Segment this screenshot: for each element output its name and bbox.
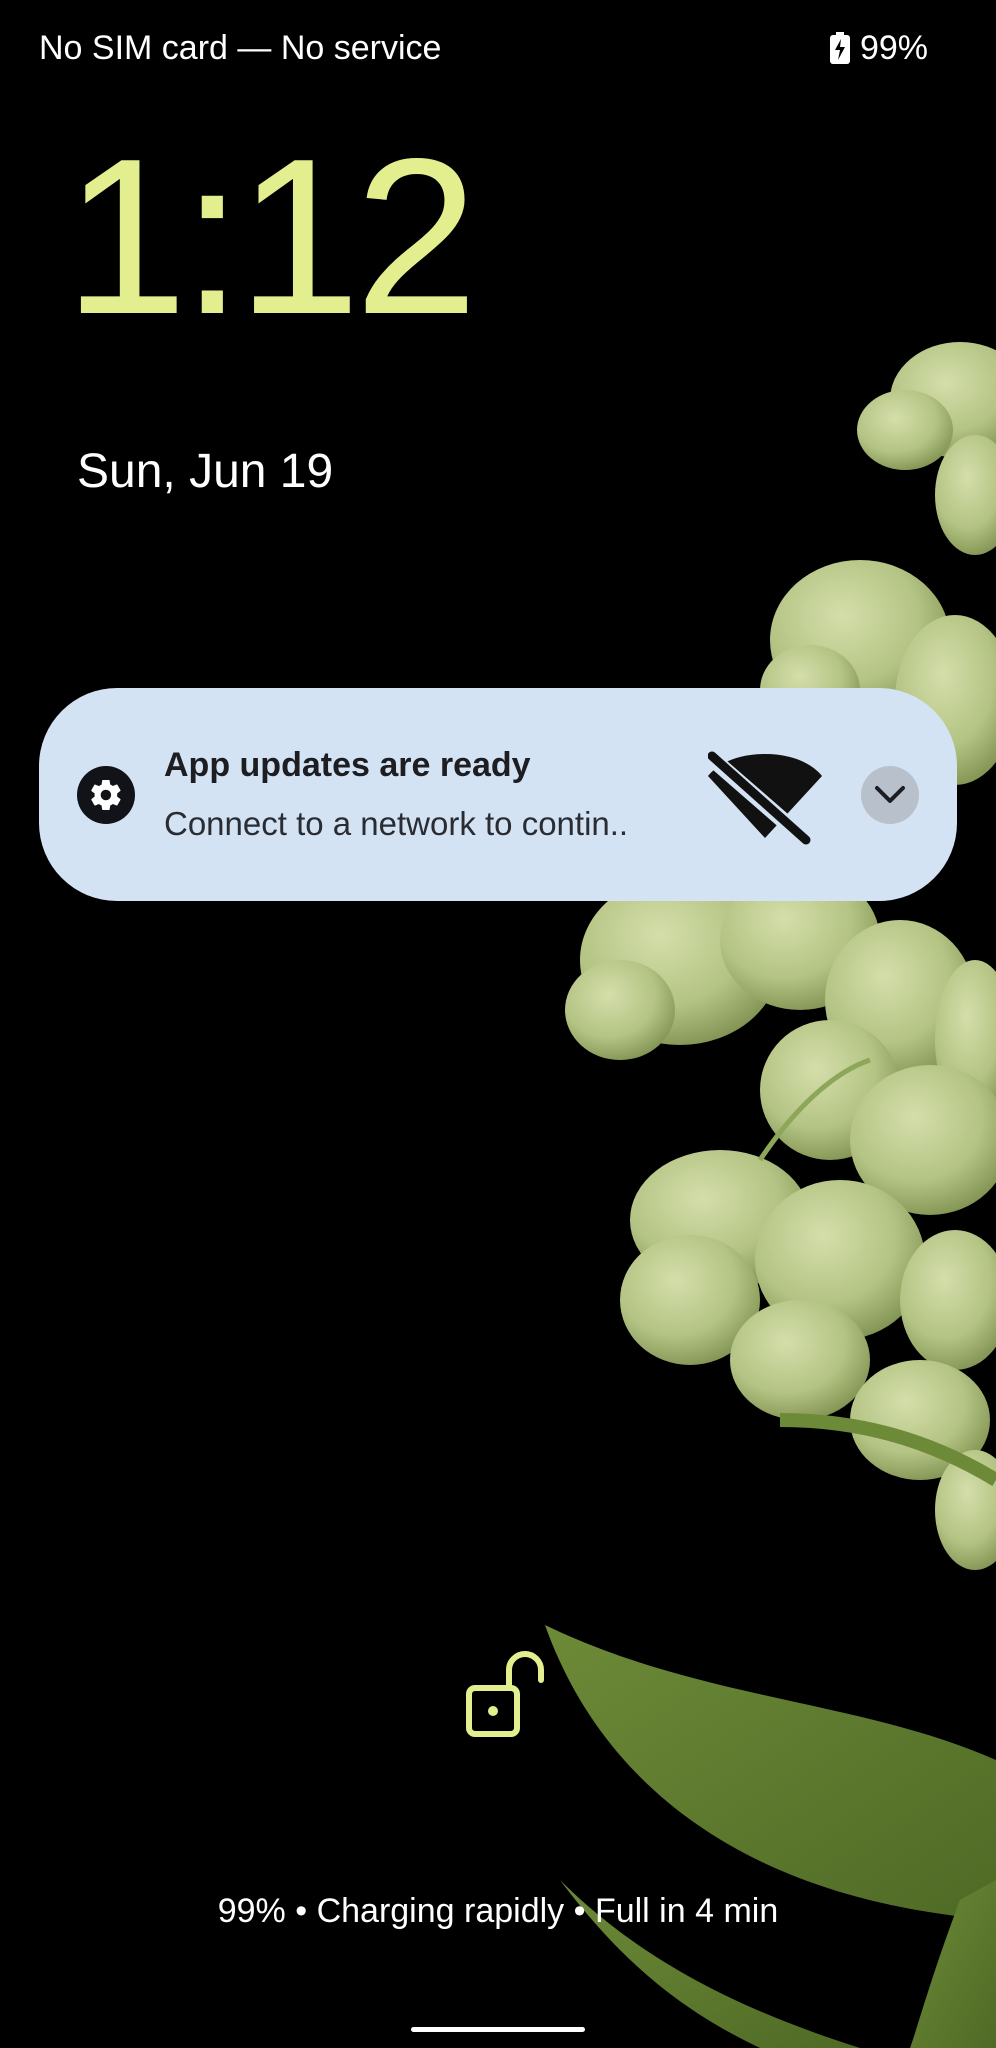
notification-expand-button[interactable]: [861, 766, 919, 824]
battery-charging-icon: [829, 32, 850, 64]
battery-indicator: 99%: [829, 26, 928, 70]
carrier-status: No SIM card — No service: [39, 29, 442, 67]
home-gesture-handle[interactable]: [411, 2027, 585, 2032]
charging-status: 99% • Charging rapidly • Full in 4 min: [217, 1892, 779, 1930]
battery-percent: 99%: [859, 29, 928, 67]
notification-title: App updates are ready: [164, 746, 531, 784]
lockscreen-date[interactable]: Sun, Jun 19: [77, 444, 333, 500]
wifi-off-icon: [708, 751, 822, 846]
chevron-down-icon: [875, 786, 905, 803]
unlocked-padlock-icon[interactable]: [465, 1650, 545, 1740]
notification-body: Connect to a network to contin..: [164, 805, 629, 842]
lockscreen-clock: 1:12: [64, 113, 478, 361]
status-bar: No SIM card — No service 99%: [0, 0, 996, 96]
settings-gear-icon: [77, 766, 135, 824]
